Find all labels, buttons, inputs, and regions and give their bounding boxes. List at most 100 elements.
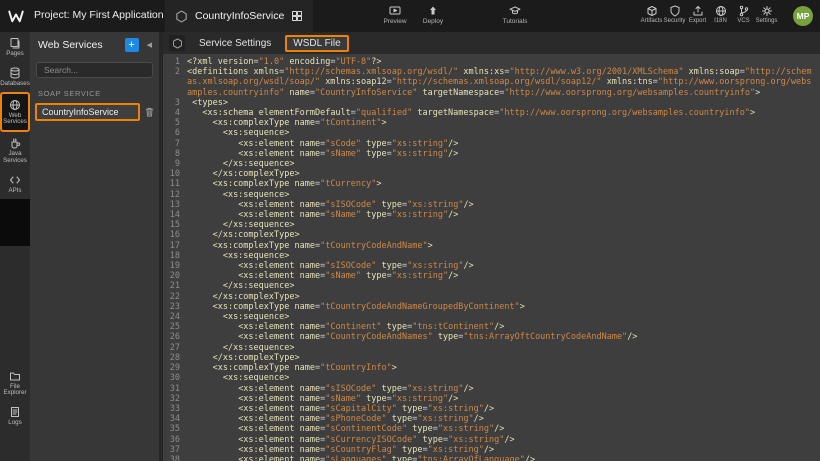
export-label: Export: [689, 18, 706, 24]
branch-icon: [738, 5, 750, 17]
code-content: <xs:element name="sCapitalCity" type="xs…: [187, 404, 820, 414]
line-number: 38: [163, 455, 187, 461]
code-line-29: 29 <xs:complexType name="tCountryInfo">: [163, 363, 820, 373]
code-line-3: 3 <types>: [163, 98, 820, 108]
code-line-28: 28 </xs:complexType>: [163, 353, 820, 363]
code-line-11: 11 <xs:complexType name="tCurrency">: [163, 179, 820, 189]
tutorials-button[interactable]: Tutorials: [498, 5, 532, 25]
tab-service-settings[interactable]: Service Settings: [195, 36, 275, 51]
code-line-16: 16 </xs:complexType>: [163, 230, 820, 240]
export-button[interactable]: Export: [686, 5, 709, 24]
folder-icon: [9, 370, 21, 382]
apis-code-icon: [9, 174, 21, 186]
code-content: <xs:element name="sName" type="xs:string…: [187, 271, 820, 281]
add-service-button[interactable]: +: [125, 38, 139, 52]
project-label[interactable]: Project: My First Application: [34, 9, 164, 21]
deploy-button[interactable]: Deploy: [416, 5, 450, 25]
sidebar-item-pages[interactable]: Pages: [0, 32, 30, 62]
sidebar-item-file-explorer[interactable]: File Explorer: [0, 365, 30, 402]
line-number: 28: [163, 353, 187, 363]
code-content: <xs:element name="sPhoneCode" type="xs:s…: [187, 414, 820, 424]
code-content: <xs:element name="sName" type="xs:string…: [187, 149, 820, 159]
code-content: <xs:element name="sISOCode" type="xs:str…: [187, 200, 820, 210]
settings-button[interactable]: Settings: [755, 5, 778, 24]
line-number: 32: [163, 394, 187, 404]
code-line-10: 10 </xs:complexType>: [163, 169, 820, 179]
vcs-button[interactable]: VCS: [732, 5, 755, 24]
code-content: <xs:sequence>: [187, 312, 820, 322]
i18n-label: I18N: [714, 18, 727, 24]
service-item-countryinfoservice[interactable]: CountryInfoService: [35, 103, 140, 121]
sidebar-item-java-services[interactable]: Java Services: [0, 132, 30, 169]
code-line-8: 8 <xs:element name="sName" type="xs:stri…: [163, 149, 820, 159]
line-number: 18: [163, 251, 187, 261]
code-content: <xs:sequence>: [187, 373, 820, 383]
code-content: <xs:element name="sCode" type="xs:string…: [187, 139, 820, 149]
code-content: <types>: [187, 98, 820, 108]
line-number: 34: [163, 414, 187, 424]
code-line-13: 13 <xs:element name="sISOCode" type="xs:…: [163, 200, 820, 210]
code-content: <xs:element name="sISOCode" type="xs:str…: [187, 261, 820, 271]
code-line-38: 38 <xs:element name="sLanguages" type="t…: [163, 455, 820, 461]
code-line-14: 14 <xs:element name="sName" type="xs:str…: [163, 210, 820, 220]
sidebar-item-apis[interactable]: APIs: [0, 169, 30, 199]
code-line-15: 15 </xs:sequence>: [163, 220, 820, 230]
web-services-globe-icon: [9, 99, 21, 111]
i18n-button[interactable]: I18N: [709, 5, 732, 24]
topbar-service-tab[interactable]: CountryInfoService: [165, 0, 313, 32]
deploy-label: Deploy: [423, 18, 443, 25]
code-content: <xs:sequence>: [187, 190, 820, 200]
user-avatar[interactable]: MP: [793, 6, 813, 26]
web-services-label: Web Services: [2, 113, 28, 127]
code-line-36: 36 <xs:element name="sCurrencyISOCode" t…: [163, 435, 820, 445]
line-number: 14: [163, 210, 187, 220]
sidebar-item-logs[interactable]: Logs: [0, 401, 30, 431]
preview-icon: [389, 5, 401, 17]
delete-service-button[interactable]: [144, 106, 155, 118]
sidebar-item-databases[interactable]: Databases: [0, 62, 30, 92]
code-content: <xs:element name="sContinentCode" type="…: [187, 424, 820, 434]
app-logo-icon: [7, 7, 25, 25]
line-number: 29: [163, 363, 187, 373]
artifacts-button[interactable]: Artifacts: [640, 5, 663, 24]
code-line-34: 34 <xs:element name="sPhoneCode" type="x…: [163, 414, 820, 424]
sidebar-dark-block: [0, 199, 30, 246]
web-services-panel: Web Services + ◀ SOAP SERVICE CountryInf…: [30, 32, 163, 461]
code-content: <xs:complexType name="tContinent">: [187, 118, 820, 128]
code-content: <?xml version="1.0" encoding="UTF-8"?>: [187, 57, 820, 67]
service-type-iconbox: [169, 35, 185, 51]
databases-label: Databases: [0, 81, 30, 88]
line-number: 26: [163, 332, 187, 342]
search-input[interactable]: [36, 62, 153, 78]
preview-button[interactable]: Preview: [378, 5, 412, 25]
code-content: <xs:element name="CountryCodeAndNames" t…: [187, 332, 820, 342]
line-number: 25: [163, 322, 187, 332]
line-number: 10: [163, 169, 187, 179]
database-icon: [9, 67, 21, 79]
security-button[interactable]: Security: [663, 5, 686, 24]
code-line-7: 7 <xs:element name="sCode" type="xs:stri…: [163, 139, 820, 149]
code-line-33: 33 <xs:element name="sCapitalCity" type=…: [163, 404, 820, 414]
code-line-6: 6 <xs:sequence>: [163, 128, 820, 138]
code-content: <xs:complexType name="tCountryCodeAndNam…: [187, 241, 820, 251]
wsdl-editor[interactable]: 1<?xml version="1.0" encoding="UTF-8"?> 2…: [163, 54, 820, 461]
code-content: <xs:element name="sCurrencyISOCode" type…: [187, 435, 820, 445]
apis-label: APIs: [8, 188, 21, 195]
security-shield-icon: [669, 5, 681, 17]
code-line-1: 1<?xml version="1.0" encoding="UTF-8"?>: [163, 57, 820, 67]
sidebar-item-web-services[interactable]: Web Services: [0, 92, 30, 133]
preview-label: Preview: [383, 18, 406, 25]
line-number: 20: [163, 271, 187, 281]
line-number: 19: [163, 261, 187, 271]
grid-icon[interactable]: [291, 10, 303, 22]
line-number: 21: [163, 281, 187, 291]
tab-wsdl-file[interactable]: WSDL File: [285, 35, 348, 52]
line-number: 36: [163, 435, 187, 445]
code-line-37: 37 <xs:element name="sCountryFlag" type=…: [163, 445, 820, 455]
code-line-5: 5 <xs:complexType name="tContinent">: [163, 118, 820, 128]
code-line-24: 24 <xs:sequence>: [163, 312, 820, 322]
collapse-panel-button[interactable]: ◀: [145, 41, 154, 49]
line-number: 35: [163, 424, 187, 434]
artifacts-label: Artifacts: [641, 18, 663, 24]
soap-service-section-label: SOAP SERVICE: [30, 80, 159, 102]
